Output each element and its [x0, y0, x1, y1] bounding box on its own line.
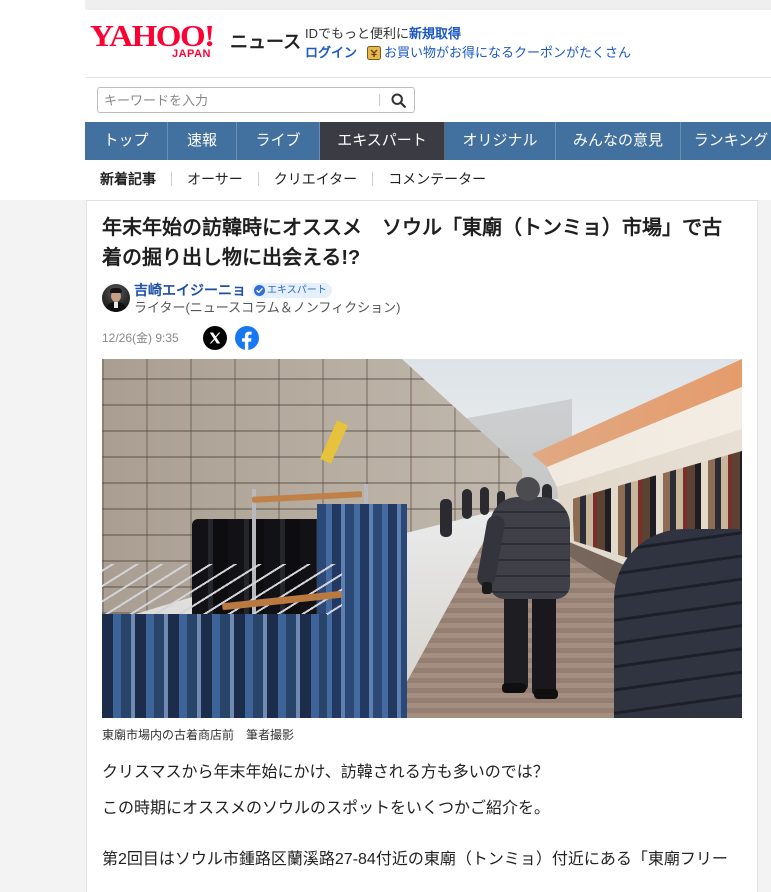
photo-walking-person — [475, 477, 577, 702]
nav-tab-breaking[interactable]: 速報 — [168, 122, 237, 160]
subnav-creators[interactable]: クリエイター — [259, 165, 372, 193]
search-input[interactable] — [98, 88, 378, 112]
nav-tab-expert[interactable]: エキスパート — [320, 122, 445, 160]
search-button[interactable] — [383, 88, 414, 112]
person-jacket — [490, 497, 570, 599]
check-circle-icon — [254, 284, 265, 296]
article-body: クリスマスから年末年始にかけ、訪韓される方も多いのでは？ この時期にオススメのソ… — [102, 760, 742, 883]
expert-sub-nav: 新着記事 オーサー クリエイター コメンテーター — [85, 165, 501, 193]
person-head — [516, 477, 540, 501]
photo-jeans-front — [102, 614, 327, 718]
account-line-signup: IDでもっと便利に 新規取得 — [305, 25, 631, 42]
coupon-link[interactable]: お買い物がお得になるクーポンがたくさん — [384, 44, 631, 61]
nav-tab-original[interactable]: オリジナル — [445, 122, 556, 160]
coupon-icon[interactable] — [367, 45, 382, 60]
facebook-icon — [235, 326, 259, 350]
article-paragraph: クリスマスから年末年始にかけ、訪韓される方も多いのでは？ — [102, 764, 549, 781]
search-icon — [391, 93, 406, 108]
nav-tab-top[interactable]: トップ — [85, 122, 168, 160]
news-service-link[interactable]: ニュース — [230, 31, 301, 53]
author-row: 吉崎エイジーニョ エキスパート — [134, 281, 332, 299]
person-shoe — [534, 689, 558, 699]
yahoo-japan-logo[interactable]: YAHOO! JAPAN — [90, 20, 230, 64]
article-paragraph: 第2回目はソウル市鍾路区蘭溪路27-84付近の東廟（トンミョ）付近にある「東廟フ… — [102, 851, 728, 868]
search-bar — [97, 87, 415, 113]
share-facebook-button[interactable] — [235, 326, 259, 350]
x-logo-icon — [203, 326, 227, 350]
person-leg — [532, 595, 556, 695]
subnav-new-articles[interactable]: 新着記事 — [85, 165, 171, 193]
share-x-button[interactable] — [203, 326, 227, 350]
account-area: IDでもっと便利に 新規取得 ログイン お買い物がお得になるクーポンがたくさん — [305, 25, 631, 61]
nav-tab-opinions[interactable]: みんなの意見 — [556, 122, 681, 160]
expert-badge: エキスパート — [252, 282, 332, 298]
login-link[interactable]: ログイン — [305, 44, 357, 61]
search-divider — [379, 94, 380, 106]
subnav-authors[interactable]: オーサー — [172, 165, 258, 193]
main-nav: トップ 速報 ライブ エキスパート オリジナル みんなの意見 ランキング — [85, 122, 771, 160]
signup-link[interactable]: 新規取得 — [409, 25, 461, 42]
photo-pedestrian — [462, 489, 472, 519]
photo-caption: 東廟市場内の古着商店前 筆者撮影 — [102, 728, 295, 742]
author-avatar[interactable] — [102, 284, 130, 312]
author-name-link[interactable]: 吉崎エイジーニョ — [134, 281, 246, 299]
header-divider — [85, 77, 771, 78]
photo-foreground-puffer-jacket — [614, 529, 742, 718]
person-shoe — [502, 683, 526, 693]
nav-tab-ranking[interactable]: ランキング — [681, 122, 771, 160]
avatar-hair — [110, 288, 122, 293]
page: YAHOO! JAPAN ニュース IDでもっと便利に 新規取得 ログイン お買… — [0, 0, 771, 892]
article-card: 年末年始の訪韓時にオススメ ソウル「東廟（トンミョ）市場」で古着の掘り出し物に出… — [86, 200, 758, 892]
person-hand — [482, 582, 492, 594]
logo-japan-label: JAPAN — [172, 48, 211, 60]
account-line-login: ログイン お買い物がお得になるクーポンがたくさん — [305, 44, 631, 61]
publish-date: 12/26(金) 9:35 — [102, 331, 179, 345]
article-paragraph: この時期にオススメのソウルのスポットをいくつかご紹介を。 — [102, 800, 551, 817]
avatar-shirt — [114, 302, 118, 308]
person-leg — [504, 595, 528, 690]
expert-badge-label: エキスパート — [267, 284, 327, 296]
subnav-commentators[interactable]: コメンテーター — [373, 165, 501, 193]
article-photo — [102, 359, 742, 718]
photo-hangers — [102, 564, 342, 619]
article-title: 年末年始の訪韓時にオススメ ソウル「東廟（トンミョ）市場」で古着の掘り出し物に出… — [102, 217, 722, 269]
account-prompt: IDでもっと便利に — [305, 26, 410, 41]
top-strip — [85, 0, 771, 10]
author-role: ライター(ニュースコラム＆ノンフィクション) — [134, 300, 401, 315]
nav-tab-live[interactable]: ライブ — [237, 122, 320, 160]
photo-pedestrian — [440, 499, 452, 537]
